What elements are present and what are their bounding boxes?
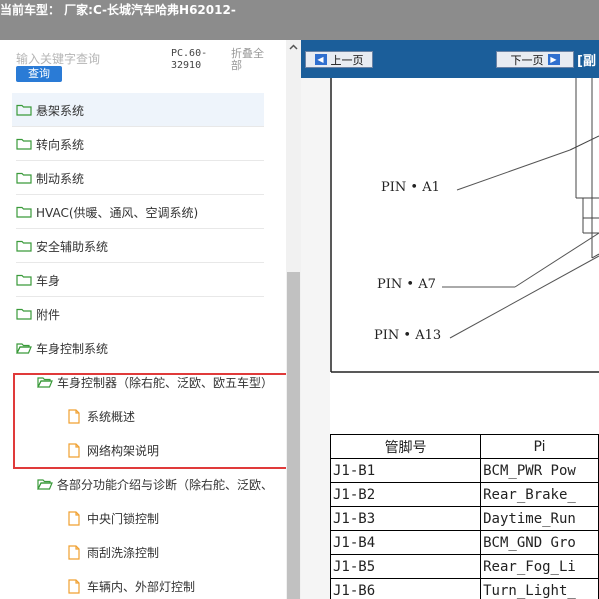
tree-item-label: 附件 xyxy=(36,307,61,322)
tree-item-label: 车辆内、外部灯控制 xyxy=(87,579,196,594)
tree-item-label: 车身 xyxy=(36,273,61,288)
pin-label-a7: PIN • A7 xyxy=(377,277,436,292)
pin-table: 管脚号 Pi J1-B1 BCM_PWR Pow J1-B2 Rear_Brake_ J… xyxy=(329,434,599,599)
tree-item-label: 中央门锁控制 xyxy=(87,511,160,526)
tree-item-label: 转向系统 xyxy=(36,137,85,152)
folder-open-icon xyxy=(37,478,53,490)
pin-number-cell: J1-B1 xyxy=(329,458,482,483)
tree-item-label: 制动系统 xyxy=(36,171,85,186)
scroll-thumb[interactable] xyxy=(287,272,300,599)
pin-name-cell: Turn_Light_ xyxy=(480,578,599,599)
connector-diagram-lines xyxy=(330,78,599,373)
tree-item[interactable]: 各部分功能介绍与诊断（除右舵、泛欧、 xyxy=(37,467,290,501)
highlight-box xyxy=(13,373,292,469)
folder-icon xyxy=(16,240,32,252)
next-page-label: 下一页 xyxy=(510,53,544,67)
pin-number-cell: J1-B2 xyxy=(329,482,482,507)
pin-label-a13: PIN • A13 xyxy=(374,328,442,343)
top-bar: 当前车型： 厂家:C-长城汽车哈弗H62012- xyxy=(0,0,599,40)
folder-icon xyxy=(16,104,32,116)
tree-item-label: 悬架系统 xyxy=(36,103,85,118)
table-row: J1-B2 Rear_Brake_ xyxy=(329,482,599,507)
tree-item[interactable]: 悬架系统 xyxy=(12,93,264,127)
pin-name-cell: Rear_Brake_ xyxy=(480,482,599,507)
tree-item[interactable]: HVAC(供暖、通风、空调系统) xyxy=(16,195,264,229)
file-icon xyxy=(68,544,80,560)
document-viewer: ◀ 上一页 下一页 ▶ [副 PIN • A1 PIN • A7 PIN • A… xyxy=(301,40,599,599)
arrow-right-icon: ▶ xyxy=(547,54,560,65)
tree-item[interactable]: 转向系统 xyxy=(16,127,264,161)
column-header-pin-name: Pi xyxy=(480,434,599,459)
viewer-toolbar: ◀ 上一页 下一页 ▶ [副 xyxy=(301,40,599,78)
pin-name-cell: BCM_GND Gro xyxy=(480,530,599,555)
pin-number-cell: J1-B5 xyxy=(329,554,482,579)
pin-label-a1: PIN • A1 xyxy=(381,180,440,195)
file-icon xyxy=(68,510,80,526)
left-panel: 查询 PC.60-32910 折叠全部 悬架系统转向系统制动系统 HVAC(供暖、… xyxy=(0,40,301,599)
folder-icon xyxy=(16,138,32,150)
tree-item-label: 雨刮洗涤控制 xyxy=(87,545,160,560)
folder-icon xyxy=(16,206,32,218)
connector-diagram: PIN • A1 PIN • A7 PIN • A13 xyxy=(330,78,599,374)
version-label: PC.60-32910 xyxy=(171,48,208,71)
pin-number-cell: J1-B3 xyxy=(329,506,482,531)
query-button[interactable]: 查询 xyxy=(16,66,62,82)
tree-item-label: 各部分功能介绍与诊断（除右舵、泛欧、 xyxy=(57,477,274,492)
tree-item-label: 安全辅助系统 xyxy=(36,239,109,254)
file-icon xyxy=(68,578,80,594)
arrow-left-icon: ◀ xyxy=(314,54,327,65)
current-vehicle-title: 当前车型： 厂家:C-长城汽车哈弗H62012- xyxy=(0,3,236,17)
prev-page-button[interactable]: ◀ 上一页 xyxy=(305,51,373,68)
scroll-up-arrow[interactable] xyxy=(286,40,301,55)
table-row: J1-B1 BCM_PWR Pow xyxy=(329,458,599,483)
pin-number-cell: J1-B6 xyxy=(329,578,482,599)
table-row: J1-B6 Turn_Light_ xyxy=(329,578,599,599)
tree-item-label: HVAC(供暖、通风、空调系统) xyxy=(36,205,199,220)
next-page-button[interactable]: 下一页 ▶ xyxy=(496,51,574,68)
pin-name-cell: BCM_PWR Pow xyxy=(480,458,599,483)
document-title: [副 xyxy=(577,54,596,69)
column-header-pin-number: 管脚号 xyxy=(329,434,482,459)
tree-item[interactable]: 附件 xyxy=(16,297,264,331)
collapse-all-link[interactable]: 折叠全部 xyxy=(231,48,271,72)
tree-item[interactable]: 车辆内、外部灯控制 xyxy=(68,569,290,599)
tree-item[interactable]: 安全辅助系统 xyxy=(16,229,264,263)
tree-item[interactable]: 中央门锁控制 xyxy=(68,501,290,535)
tree-item[interactable]: 雨刮洗涤控制 xyxy=(68,535,290,569)
page-margin xyxy=(301,78,330,599)
prev-page-label: 上一页 xyxy=(330,53,364,67)
document-page: PIN • A1 PIN • A7 PIN • A13 管脚号 Pi J1-B1… xyxy=(301,78,599,599)
table-row: J1-B5 Rear_Fog_Li xyxy=(329,554,599,579)
folder-icon xyxy=(16,274,32,286)
pin-name-cell: Daytime_Run xyxy=(480,506,599,531)
pin-name-cell: Rear_Fog_Li xyxy=(480,554,599,579)
tree-item[interactable]: 车身控制系统 xyxy=(16,331,264,365)
tree-item[interactable]: 车身 xyxy=(16,263,264,297)
table-header-row: 管脚号 Pi xyxy=(329,434,599,459)
tree-item[interactable]: 制动系统 xyxy=(16,161,264,195)
pin-number-cell: J1-B4 xyxy=(329,530,482,555)
table-row: J1-B3 Daytime_Run xyxy=(329,506,599,531)
tree-scrollbar[interactable] xyxy=(286,40,301,599)
folder-icon xyxy=(16,172,32,184)
table-row: J1-B4 BCM_GND Gro xyxy=(329,530,599,555)
folder-icon xyxy=(16,308,32,320)
tree-item-label: 车身控制系统 xyxy=(36,341,109,356)
folder-open-icon xyxy=(16,342,32,354)
